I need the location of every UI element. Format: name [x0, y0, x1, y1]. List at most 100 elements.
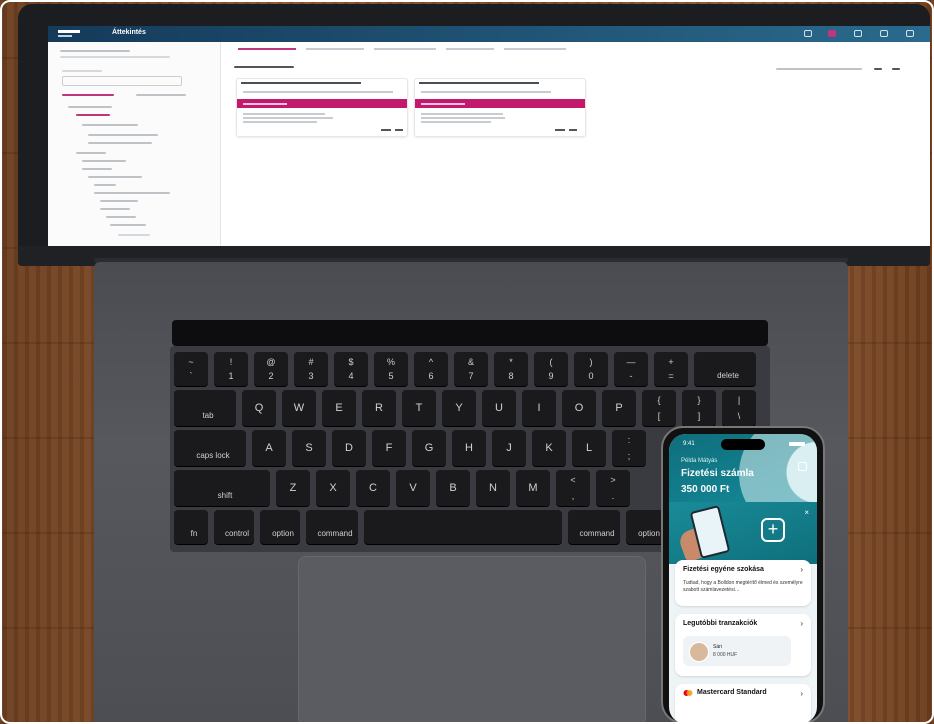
search-icon[interactable] — [804, 30, 812, 37]
key-sym[interactable]: % 5 — [374, 352, 408, 386]
transactions-card[interactable]: Legutóbbi tranzakciók › Sári 8 000 HUF — [675, 614, 811, 676]
key-sym[interactable]: >. — [596, 470, 630, 506]
menu-item[interactable] — [88, 142, 152, 144]
download-icon[interactable] — [892, 68, 900, 70]
print-icon[interactable] — [874, 68, 882, 70]
menu-item[interactable] — [82, 124, 138, 126]
key-sym[interactable]: :; — [612, 430, 646, 466]
chevron-right-icon[interactable]: › — [800, 565, 803, 574]
notification-icon[interactable] — [828, 30, 836, 37]
key-y[interactable]: Y — [442, 390, 476, 426]
key-n[interactable]: N — [476, 470, 510, 506]
key-p[interactable]: P — [602, 390, 636, 426]
key-x[interactable]: X — [316, 470, 350, 506]
account-card[interactable] — [414, 78, 586, 137]
menu-item[interactable] — [94, 192, 170, 194]
key-command[interactable]: command — [568, 510, 620, 544]
card-action-icon[interactable] — [555, 129, 565, 131]
key-c[interactable]: C — [356, 470, 390, 506]
key-u[interactable]: U — [482, 390, 516, 426]
key-g[interactable]: G — [412, 430, 446, 466]
key-r[interactable]: R — [362, 390, 396, 426]
date-filter[interactable] — [776, 68, 862, 70]
key-s[interactable]: S — [292, 430, 326, 466]
menu-group[interactable] — [68, 106, 112, 108]
key-sym[interactable]: ! 1 — [214, 352, 248, 386]
sidebar-tab[interactable] — [136, 94, 186, 96]
key-sym[interactable]: $4 — [334, 352, 368, 386]
key-fn[interactable]: fn — [174, 510, 208, 544]
key-sym[interactable]: @2 — [254, 352, 288, 386]
key-b[interactable]: B — [436, 470, 470, 506]
logout-icon[interactable] — [906, 30, 914, 37]
key-i[interactable]: I — [522, 390, 556, 426]
key-sym[interactable]: #3 — [294, 352, 328, 386]
key-d[interactable]: D — [332, 430, 366, 466]
key-v[interactable]: V — [396, 470, 430, 506]
tab-active[interactable] — [238, 48, 296, 50]
transaction-item[interactable]: Sári 8 000 HUF — [683, 636, 791, 666]
tab[interactable] — [446, 48, 494, 50]
key-sym[interactable]: }] — [682, 390, 716, 426]
key-sym[interactable]: + = — [654, 352, 688, 386]
key-option[interactable]: option — [260, 510, 300, 544]
key-sym[interactable]: * 8 — [494, 352, 528, 386]
key-control[interactable]: control — [214, 510, 254, 544]
key-m[interactable]: M — [516, 470, 550, 506]
close-icon[interactable]: × — [804, 508, 809, 517]
mail-icon[interactable] — [854, 30, 862, 37]
key-option[interactable]: option — [626, 510, 666, 544]
touch-bar[interactable] — [172, 320, 768, 346]
promo-banner[interactable]: + × — [669, 502, 817, 564]
key-sym[interactable]: | \ — [722, 390, 756, 426]
menu-item[interactable] — [88, 134, 158, 136]
key-sym[interactable]: & 7 — [454, 352, 488, 386]
key-sym[interactable]: ^ 6 — [414, 352, 448, 386]
key-sym[interactable]: ~ ` — [174, 352, 208, 386]
key-sym[interactable]: — - — [614, 352, 648, 386]
account-card[interactable] — [236, 78, 408, 137]
menu-item[interactable] — [118, 234, 150, 236]
key-j[interactable]: J — [492, 430, 526, 466]
trackpad[interactable] — [298, 556, 646, 724]
shopping-bag-icon[interactable] — [798, 462, 807, 471]
key-w[interactable]: W — [282, 390, 316, 426]
chevron-right-icon[interactable]: › — [800, 689, 803, 698]
menu-item[interactable] — [82, 160, 126, 162]
card-action-icon[interactable] — [569, 129, 577, 131]
menu-item[interactable] — [94, 184, 116, 186]
menu-item[interactable] — [76, 152, 106, 154]
key-f[interactable]: F — [372, 430, 406, 466]
promo-card[interactable]: Fizetési egyéne szokása › Tudtad, hogy a… — [675, 560, 811, 606]
key-caps-lock[interactable]: caps lock — [174, 430, 246, 466]
key-q[interactable]: Q — [242, 390, 276, 426]
card-widget[interactable]: Mastercard Standard › — [675, 684, 811, 724]
menu-item[interactable] — [110, 224, 146, 226]
card-action-icon[interactable] — [395, 129, 403, 131]
key-l[interactable]: L — [572, 430, 606, 466]
key-z[interactable]: Z — [276, 470, 310, 506]
key-t[interactable]: T — [402, 390, 436, 426]
card-action-icon[interactable] — [381, 129, 391, 131]
key-sym[interactable]: {[ — [642, 390, 676, 426]
menu-item[interactable] — [106, 216, 136, 218]
plus-icon[interactable]: + — [761, 518, 785, 542]
menu-item[interactable] — [100, 208, 130, 210]
menu-item-active[interactable] — [76, 114, 110, 116]
user-icon[interactable] — [880, 30, 888, 37]
key-h[interactable]: H — [452, 430, 486, 466]
account-name[interactable]: Fizetési számla — [681, 468, 754, 479]
key-sym[interactable]: (9 — [534, 352, 568, 386]
key-shift[interactable]: shift — [174, 470, 270, 506]
tab[interactable] — [306, 48, 364, 50]
key-a[interactable]: A — [252, 430, 286, 466]
tab[interactable] — [374, 48, 436, 50]
tab[interactable] — [504, 48, 566, 50]
menu-item[interactable] — [88, 176, 142, 178]
chevron-right-icon[interactable]: › — [800, 619, 803, 628]
key-blank[interactable] — [364, 510, 562, 544]
key-e[interactable]: E — [322, 390, 356, 426]
menu-item[interactable] — [82, 168, 112, 170]
account-select[interactable] — [62, 76, 182, 86]
menu-item[interactable] — [100, 200, 138, 202]
